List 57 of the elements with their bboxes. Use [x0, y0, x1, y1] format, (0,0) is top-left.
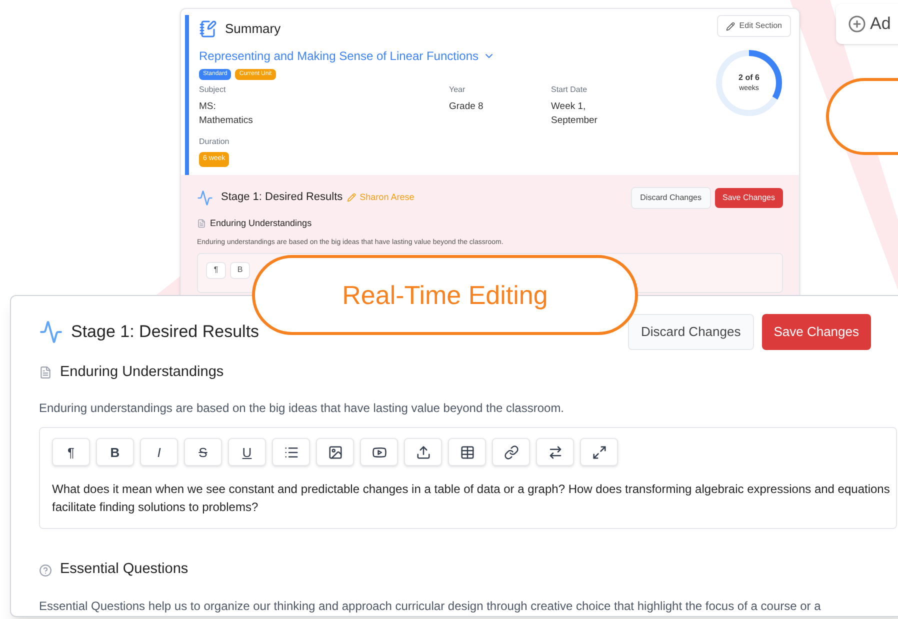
section-title: Enduring Understandings — [60, 362, 224, 382]
toolbar-button[interactable] — [360, 438, 398, 466]
pencil-icon — [346, 193, 356, 202]
upload-icon — [416, 444, 430, 460]
discard-button[interactable]: Discard Changes — [628, 314, 754, 350]
format-button[interactable]: B — [230, 262, 250, 278]
field-label: Year — [449, 84, 466, 96]
toolbar-button[interactable] — [536, 438, 574, 466]
format-button[interactable]: I — [140, 438, 178, 466]
save-button[interactable]: Save Changes — [714, 188, 783, 208]
section-description: Enduring understandings are based on the big ideas that have lasting value beyond the classroom. — [39, 400, 566, 418]
field-value: MS: Mathematics — [199, 100, 254, 128]
toolbar-button[interactable] — [404, 438, 442, 466]
unit-title[interactable]: Representing and Making Sense of Linear Functions — [199, 46, 479, 64]
field-value: Grade 8 — [449, 100, 484, 114]
add-button[interactable]: Ad — [836, 4, 898, 44]
toolbar-button[interactable] — [316, 438, 354, 466]
save-button[interactable]: Save Changes — [762, 314, 871, 350]
stage-title: Stage 1: Desired Results — [71, 321, 260, 343]
document-icon — [39, 366, 52, 379]
toolbar-button[interactable] — [580, 438, 618, 466]
field-label: Subject — [199, 84, 227, 96]
format-button[interactable]: U — [228, 438, 266, 466]
question-icon — [39, 564, 52, 577]
notes-icon — [199, 20, 217, 38]
table-icon — [460, 444, 474, 460]
discard-button[interactable]: Discard Changes — [631, 186, 711, 208]
list-icon — [284, 444, 298, 460]
format-button[interactable]: S — [184, 438, 222, 466]
format-button[interactable]: B — [96, 438, 134, 466]
editor-name: Sharon Arese — [360, 190, 414, 204]
pencil-icon — [726, 22, 736, 30]
stage-title: Stage 1: Desired Results — [221, 190, 343, 206]
play-icon — [372, 444, 386, 460]
expand-icon — [592, 444, 606, 460]
image-icon — [328, 444, 342, 460]
edit-section-button[interactable]: Edit Section — [717, 15, 791, 37]
toolbar-button[interactable] — [492, 438, 530, 466]
field-label: Start Date — [551, 84, 588, 96]
section-title: Enduring Understandings — [210, 216, 312, 230]
wave-icon — [39, 320, 63, 344]
toolbar-button[interactable] — [448, 438, 486, 466]
format-button[interactable]: ¶ — [52, 438, 90, 466]
swap-arrows-icon — [548, 444, 562, 460]
editor-text[interactable]: What does it mean when we see constant and predictable changes in a table of data or a graph? How does transforming algebraic expressions and equations facilitate finding solutions to problems? — [52, 480, 892, 516]
format-button[interactable]: ¶ — [206, 262, 226, 278]
plus-icon — [848, 15, 866, 33]
field-label: Duration — [199, 136, 230, 148]
section-title: Essential Questions — [60, 560, 188, 580]
progress-reading: 2 of 6 — [738, 72, 760, 84]
link-icon — [504, 444, 518, 460]
toolbar-button[interactable] — [272, 438, 310, 466]
wave-icon — [197, 190, 213, 206]
section-title: Summary — [225, 20, 281, 38]
field-value: Week 1, September — [551, 100, 598, 128]
section-description: Essential Questions help us to organize our thinking and approach curricular design through creative choice that highlight the focus of a course or a — [39, 598, 822, 615]
document-icon — [197, 218, 206, 228]
